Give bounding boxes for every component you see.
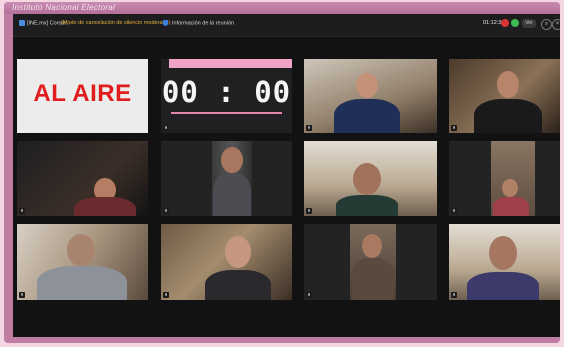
mic-icon	[451, 292, 457, 298]
screen-frame: Instituto Nacional Electoral [INE.mx] Co…	[4, 2, 560, 343]
video-tile-participant-6[interactable]	[449, 141, 560, 216]
participant-head	[225, 236, 251, 268]
video-tile-participant-2[interactable]	[449, 59, 560, 133]
participant-body	[205, 270, 271, 300]
mic-icon	[306, 208, 312, 214]
mic-icon	[19, 208, 25, 214]
meeting-window: [INE.mx] Conse... (Modo de cancelación d…	[13, 14, 560, 337]
video-tile-on-air[interactable]: AL AIRE	[17, 59, 148, 133]
participant-head	[356, 73, 378, 98]
mic-icon	[451, 125, 457, 131]
mic-icon	[451, 208, 457, 214]
meeting-info-button[interactable]: Información de la reunión	[163, 20, 234, 26]
on-air-text: AL AIRE	[33, 80, 132, 107]
meeting-info-label: Información de la reunión	[172, 20, 235, 27]
video-tile-participant-4[interactable]	[161, 141, 292, 216]
mic-icon	[163, 208, 169, 214]
countdown-header-bar	[169, 59, 292, 68]
participant-head	[489, 236, 517, 270]
mic-icon	[19, 292, 25, 298]
participant-head	[221, 147, 243, 173]
participant-head	[67, 234, 95, 266]
video-tile-participant-8[interactable]	[161, 224, 292, 300]
countdown-text: 00 : 00	[161, 75, 292, 109]
participant-head	[502, 179, 518, 197]
participant-body	[334, 99, 400, 133]
participant-body	[474, 99, 542, 133]
video-tile-countdown[interactable]: 00 : 00	[161, 59, 292, 133]
meeting-app-icon	[19, 20, 25, 26]
mic-icon	[163, 292, 169, 298]
participant-body	[336, 195, 398, 216]
title-strip-text: Instituto Nacional Electoral	[12, 3, 116, 12]
close-icon[interactable]: ×	[552, 19, 560, 30]
shield-icon	[163, 20, 168, 26]
participant-body	[467, 272, 539, 300]
video-tile-participant-3[interactable]	[17, 141, 148, 216]
meeting-toolbar: [INE.mx] Conse... (Modo de cancelación d…	[13, 14, 560, 37]
view-button[interactable]: Ver	[522, 19, 536, 28]
participant-head	[362, 234, 382, 258]
video-tile-participant-1[interactable]	[304, 59, 437, 133]
security-icon[interactable]	[511, 19, 519, 27]
search-icon[interactable]: ⌕	[541, 19, 552, 30]
participant-head	[353, 163, 381, 195]
title-strip: Instituto Nacional Electoral	[4, 2, 560, 14]
video-tile-participant-5[interactable]	[304, 141, 437, 216]
participant-body	[37, 266, 127, 300]
video-tile-participant-10[interactable]	[449, 224, 560, 300]
mic-icon	[306, 292, 312, 298]
noise-cancel-status[interactable]: (Modo de cancelación de silencio moderad…	[61, 20, 170, 26]
video-tile-participant-7[interactable]	[17, 224, 148, 300]
participant-body	[352, 258, 394, 300]
participant-head	[497, 71, 519, 98]
mic-icon	[163, 125, 169, 131]
video-tile-participant-9[interactable]	[304, 224, 437, 300]
record-icon[interactable]	[501, 19, 509, 27]
participant-body	[74, 197, 136, 216]
participant-body	[493, 197, 529, 216]
countdown-underline	[171, 112, 282, 114]
mic-icon	[306, 125, 312, 131]
participant-body	[213, 173, 251, 216]
